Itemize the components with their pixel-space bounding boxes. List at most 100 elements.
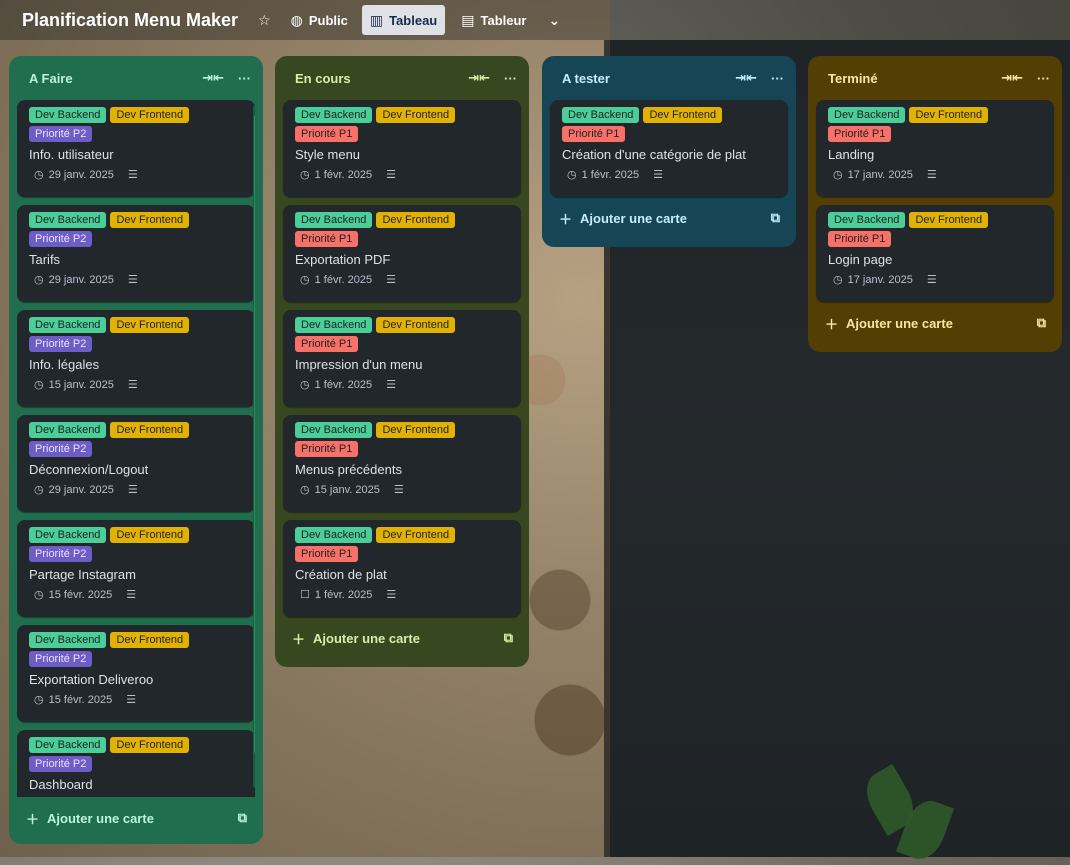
label-priority[interactable]: Priorité P1 — [295, 231, 359, 247]
list-header[interactable]: En cours ⇥⇤ ··· — [283, 56, 521, 100]
list-header[interactable]: A Faire ⇥⇤ ··· — [17, 56, 255, 100]
collapse-icon[interactable]: ⇥⇤ — [735, 70, 757, 86]
template-icon[interactable]: ⧉ — [238, 810, 247, 826]
more-icon[interactable]: ··· — [504, 71, 517, 86]
list-header[interactable]: Terminé ⇥⇤ ··· — [816, 56, 1054, 100]
due-date-badge[interactable]: ◷ 29 janv. 2025 — [34, 483, 114, 497]
card[interactable]: Dev Backend Dev Frontend Priorité P2 Parta… — [17, 520, 255, 617]
label-frontend[interactable]: Dev Frontend — [110, 212, 190, 228]
due-date-badge[interactable]: ◷ 15 févr. 2025 — [34, 693, 112, 707]
card[interactable]: Dev Backend Dev Frontend Priorité P2 Expor… — [17, 625, 255, 722]
label-priority[interactable]: Priorité P2 — [29, 231, 93, 247]
label-frontend[interactable]: Dev Frontend — [110, 632, 190, 648]
label-priority[interactable]: Priorité P2 — [29, 441, 93, 457]
due-date-badge[interactable]: ◷ 1 févr. 2025 — [300, 273, 372, 287]
label-priority[interactable]: Priorité P2 — [29, 651, 93, 667]
card[interactable]: Dev Backend Dev Frontend Priorité P2 Info.… — [17, 100, 255, 197]
due-date-badge[interactable]: ◷ 1 févr. 2025 — [300, 378, 372, 392]
card[interactable]: Dev Backend Dev Frontend Priorité P1 Expor… — [283, 205, 521, 302]
visibility-button[interactable]: ◍ Public — [283, 5, 356, 35]
label-priority[interactable]: Priorité P2 — [29, 126, 93, 142]
due-date-badge[interactable]: ◷ 1 févr. 2025 — [567, 168, 639, 182]
due-date-badge[interactable]: ◷ 15 janv. 2025 — [300, 483, 380, 497]
template-icon[interactable]: ⧉ — [504, 630, 513, 646]
label-backend[interactable]: Dev Backend — [295, 527, 373, 543]
label-priority[interactable]: Priorité P1 — [295, 441, 359, 457]
due-date-badge[interactable]: ◷ 15 janv. 2025 — [34, 378, 114, 392]
card[interactable]: Dev Backend Dev Frontend Priorité P2 Dashb… — [17, 730, 255, 797]
scrollbar-thumb[interactable] — [254, 114, 255, 754]
card[interactable]: Dev Backend Dev Frontend Priorité P1 Landi… — [816, 100, 1054, 197]
due-date-badge[interactable]: ◷ 29 janv. 2025 — [34, 273, 114, 287]
label-priority[interactable]: Priorité P1 — [295, 336, 359, 352]
add-card-button[interactable]: ＋ Ajouter une carte — [825, 314, 953, 333]
label-backend[interactable]: Dev Backend — [29, 632, 107, 648]
label-backend[interactable]: Dev Backend — [828, 107, 906, 123]
card[interactable]: Dev Backend Dev Frontend Priorité P1 Menus… — [283, 415, 521, 512]
label-frontend[interactable]: Dev Frontend — [376, 107, 456, 123]
star-button[interactable]: ☆ — [250, 5, 279, 35]
label-frontend[interactable]: Dev Frontend — [643, 107, 723, 123]
label-frontend[interactable]: Dev Frontend — [376, 212, 456, 228]
label-backend[interactable]: Dev Backend — [295, 212, 373, 228]
card[interactable]: Dev Backend Dev Frontend Priorité P1 Style… — [283, 100, 521, 197]
label-priority[interactable]: Priorité P2 — [29, 756, 93, 772]
label-backend[interactable]: Dev Backend — [29, 107, 107, 123]
label-priority[interactable]: Priorité P2 — [29, 336, 93, 352]
due-date-badge[interactable]: ◷ 17 janv. 2025 — [833, 168, 913, 182]
label-backend[interactable]: Dev Backend — [29, 527, 107, 543]
view-table-button[interactable]: ▤ Tableur — [453, 5, 534, 35]
list-title[interactable]: A tester — [562, 71, 610, 86]
label-frontend[interactable]: Dev Frontend — [376, 527, 456, 543]
more-icon[interactable]: ··· — [771, 71, 784, 86]
checkbox-icon[interactable]: ☐ — [300, 588, 310, 601]
card[interactable]: Dev Backend Dev Frontend Priorité P1 Impre… — [283, 310, 521, 407]
template-icon[interactable]: ⧉ — [771, 210, 780, 226]
card[interactable]: Dev Backend Dev Frontend Priorité P1 Créat… — [283, 520, 521, 617]
label-frontend[interactable]: Dev Frontend — [110, 422, 190, 438]
label-priority[interactable]: Priorité P1 — [295, 126, 359, 142]
label-priority[interactable]: Priorité P1 — [562, 126, 626, 142]
due-date-badge[interactable]: ◷ 1 févr. 2025 — [300, 168, 372, 182]
list-title[interactable]: En cours — [295, 71, 351, 86]
card-list-scroll[interactable]: Dev Backend Dev Frontend Priorité P2 Info.… — [17, 100, 255, 797]
list-title[interactable]: A Faire — [29, 71, 73, 86]
label-backend[interactable]: Dev Backend — [295, 107, 373, 123]
label-backend[interactable]: Dev Backend — [29, 317, 107, 333]
label-backend[interactable]: Dev Backend — [828, 212, 906, 228]
template-icon[interactable]: ⧉ — [1037, 315, 1046, 331]
add-card-button[interactable]: ＋ Ajouter une carte — [26, 809, 154, 828]
label-priority[interactable]: Priorité P1 — [828, 231, 892, 247]
card[interactable]: Dev Backend Dev Frontend Priorité P1 Créat… — [550, 100, 788, 197]
label-priority[interactable]: Priorité P1 — [828, 126, 892, 142]
board-title[interactable]: Planification Menu Maker — [22, 10, 238, 31]
label-priority[interactable]: Priorité P2 — [29, 546, 93, 562]
label-priority[interactable]: Priorité P1 — [295, 546, 359, 562]
label-frontend[interactable]: Dev Frontend — [110, 317, 190, 333]
card[interactable]: Dev Backend Dev Frontend Priorité P1 Login… — [816, 205, 1054, 302]
label-backend[interactable]: Dev Backend — [29, 737, 107, 753]
more-icon[interactable]: ··· — [238, 71, 251, 86]
label-frontend[interactable]: Dev Frontend — [909, 107, 989, 123]
due-date-badge[interactable]: ◷ 29 janv. 2025 — [34, 168, 114, 182]
label-frontend[interactable]: Dev Frontend — [110, 107, 190, 123]
list-title[interactable]: Terminé — [828, 71, 878, 86]
due-date-badge[interactable]: ◷ 17 janv. 2025 — [833, 273, 913, 287]
views-dropdown-button[interactable]: ⌄ — [540, 5, 568, 35]
label-backend[interactable]: Dev Backend — [295, 317, 373, 333]
card[interactable]: Dev Backend Dev Frontend Priorité P2 Tarif… — [17, 205, 255, 302]
card[interactable]: Dev Backend Dev Frontend Priorité P2 Info.… — [17, 310, 255, 407]
label-frontend[interactable]: Dev Frontend — [376, 317, 456, 333]
collapse-icon[interactable]: ⇥⇤ — [1001, 70, 1023, 86]
label-frontend[interactable]: Dev Frontend — [110, 737, 190, 753]
card[interactable]: Dev Backend Dev Frontend Priorité P2 Décon… — [17, 415, 255, 512]
list-header[interactable]: A tester ⇥⇤ ··· — [550, 56, 788, 100]
collapse-icon[interactable]: ⇥⇤ — [468, 70, 490, 86]
label-backend[interactable]: Dev Backend — [295, 422, 373, 438]
label-backend[interactable]: Dev Backend — [562, 107, 640, 123]
label-frontend[interactable]: Dev Frontend — [909, 212, 989, 228]
more-icon[interactable]: ··· — [1037, 71, 1050, 86]
collapse-icon[interactable]: ⇥⇤ — [202, 70, 224, 86]
due-date-badge[interactable]: ☐ 1 févr. 2025 — [300, 588, 372, 602]
label-backend[interactable]: Dev Backend — [29, 422, 107, 438]
